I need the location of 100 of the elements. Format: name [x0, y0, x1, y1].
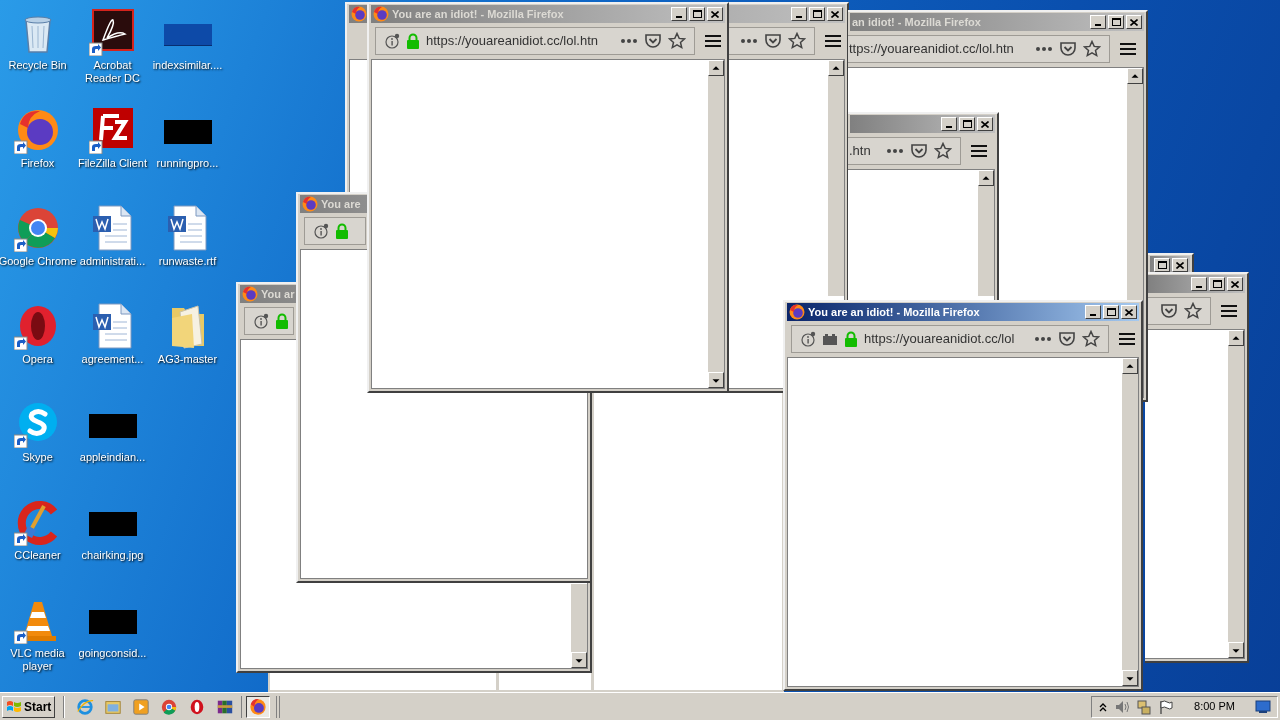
firefox-icon — [242, 286, 258, 302]
scroll-up-button[interactable] — [828, 60, 844, 76]
url-text: https://youareanidiot.cc/lol — [864, 330, 1015, 349]
more-dots-icon[interactable] — [1035, 46, 1053, 52]
maximize-button[interactable] — [959, 117, 975, 131]
minimize-button[interactable] — [1090, 15, 1106, 29]
more-dots-icon[interactable] — [1034, 336, 1052, 342]
star-icon[interactable] — [788, 32, 806, 50]
address-bar[interactable]: https://youareanidiot.cc/lol — [791, 325, 1109, 353]
minimize-icon — [946, 126, 952, 128]
maximize-icon — [1111, 18, 1121, 26]
scrollbar[interactable] — [1228, 330, 1244, 658]
maximize-icon — [692, 10, 702, 18]
window-title: You are — [321, 196, 361, 212]
firefox-icon — [373, 6, 389, 22]
pocket-icon[interactable] — [1160, 302, 1178, 320]
address-bar[interactable]: .htn — [848, 137, 961, 165]
menu-icon[interactable] — [1120, 42, 1136, 56]
scrollbar[interactable] — [571, 584, 587, 668]
close-button[interactable] — [1227, 277, 1243, 291]
scroll-up-button[interactable] — [708, 60, 724, 76]
scroll-up-button[interactable] — [1228, 330, 1244, 346]
scroll-down-button[interactable] — [1122, 670, 1138, 686]
more-dots-icon[interactable] — [886, 148, 904, 154]
minimize-button[interactable] — [791, 7, 807, 21]
scroll-down-button[interactable] — [571, 652, 587, 668]
star-icon[interactable] — [934, 142, 952, 160]
pocket-icon[interactable] — [644, 32, 662, 50]
address-bar[interactable] — [244, 307, 294, 335]
minimize-button[interactable] — [1191, 277, 1207, 291]
scrollbar[interactable] — [828, 60, 844, 296]
info-icon — [313, 223, 329, 239]
scroll-down-button[interactable] — [1228, 642, 1244, 658]
close-button[interactable] — [1121, 305, 1137, 319]
flag-icon[interactable] — [1158, 698, 1175, 715]
maximize-button[interactable] — [689, 7, 705, 21]
scroll-down-button[interactable] — [708, 372, 724, 388]
star-icon[interactable] — [1082, 330, 1100, 348]
scroll-up-button[interactable] — [1127, 68, 1143, 84]
minimize-button[interactable] — [1085, 305, 1101, 319]
pocket-icon[interactable] — [1058, 330, 1076, 348]
window-title: an idiot! - Mozilla Firefox — [852, 14, 981, 30]
icon-label: runningpro... — [156, 157, 219, 170]
menu-icon[interactable] — [825, 34, 841, 48]
maximize-icon — [1157, 261, 1167, 269]
scrollbar[interactable] — [978, 170, 994, 296]
maximize-button[interactable] — [1108, 15, 1124, 29]
acrobat-icon[interactable] — [88, 8, 137, 56]
icon-label: AG3-master — [157, 353, 218, 366]
start-button[interactable]: Start — [2, 695, 56, 718]
clock[interactable]: 8:00 PM — [1194, 698, 1235, 715]
menu-icon[interactable] — [1221, 304, 1237, 318]
close-button[interactable] — [1126, 15, 1142, 29]
taskbar-button[interactable] — [246, 695, 271, 718]
maximize-icon — [962, 120, 972, 128]
star-icon[interactable] — [1184, 302, 1202, 320]
address-bar[interactable]: https://youareanidiot.cc/lol.htn — [375, 27, 695, 55]
more-dots-icon[interactable] — [740, 38, 758, 44]
scroll-up-button[interactable] — [1122, 358, 1138, 374]
maximize-button[interactable] — [1103, 305, 1119, 319]
menu-icon[interactable] — [1119, 332, 1135, 346]
window-title: You ar — [261, 286, 295, 302]
menu-icon[interactable] — [971, 144, 987, 158]
scrollbar[interactable] — [1122, 358, 1138, 686]
firefox-icon — [302, 196, 318, 212]
close-button[interactable] — [977, 117, 993, 131]
pocket-icon[interactable] — [764, 32, 782, 50]
icon-label: Skype — [22, 451, 53, 464]
address-bar[interactable] — [304, 217, 366, 245]
close-button[interactable] — [827, 7, 843, 21]
network-icon[interactable] — [1136, 698, 1153, 715]
address-bar[interactable] — [728, 27, 815, 55]
show-desktop-icon[interactable] — [1255, 699, 1271, 714]
address-bar[interactable] — [1145, 297, 1211, 325]
menu-icon[interactable] — [705, 34, 721, 48]
close-icon — [831, 10, 839, 18]
scrollbar[interactable] — [708, 60, 724, 388]
icon-label: Opera — [22, 353, 53, 366]
close-button[interactable] — [707, 7, 723, 21]
maximize-icon — [1212, 280, 1222, 288]
close-icon — [1130, 18, 1138, 26]
address-bar[interactable]: ttps://youareanidiot.cc/lol.htn — [848, 35, 1110, 63]
star-icon[interactable] — [668, 32, 686, 50]
window-title: You are an idiot! - Mozilla Firefox — [392, 6, 564, 22]
pocket-icon[interactable] — [910, 142, 928, 160]
close-button[interactable] — [1172, 258, 1188, 272]
icon-label: Google Chrome — [0, 255, 77, 268]
minimize-button[interactable] — [941, 117, 957, 131]
windows-flag-icon — [6, 698, 22, 715]
icon-label: administrati... — [78, 255, 147, 268]
more-dots-icon[interactable] — [620, 38, 638, 44]
minimize-button[interactable] — [671, 7, 687, 21]
pocket-icon[interactable] — [1059, 40, 1077, 58]
maximize-button[interactable] — [809, 7, 825, 21]
icon-label: chairking.jpg — [81, 549, 144, 562]
star-icon[interactable] — [1083, 40, 1101, 58]
scroll-up-button[interactable] — [978, 170, 994, 186]
info-icon — [253, 313, 269, 329]
maximize-button[interactable] — [1209, 277, 1225, 291]
maximize-button[interactable] — [1154, 258, 1170, 272]
